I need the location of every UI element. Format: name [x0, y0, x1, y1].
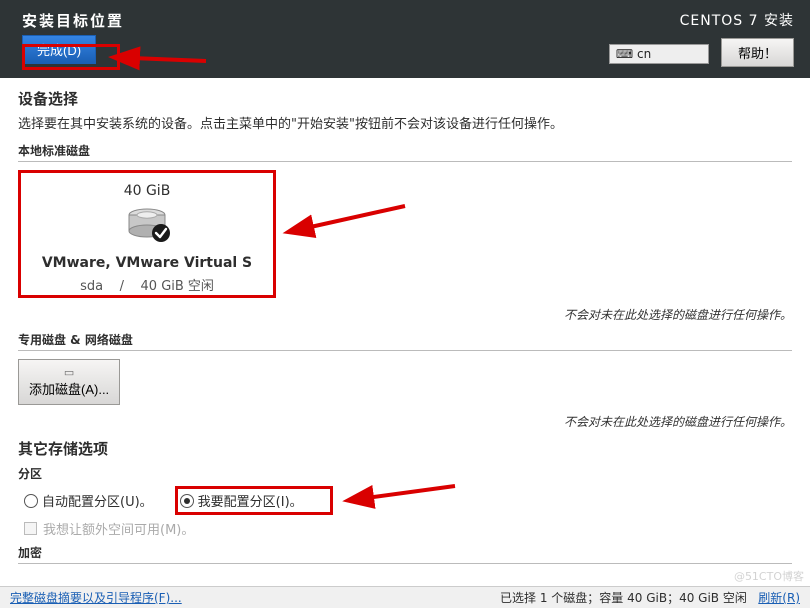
device-selection-heading: 设备选择 — [18, 88, 792, 109]
reclaim-label: 我想让额外空间可用(M)。 — [43, 519, 194, 538]
help-button[interactable]: 帮助！ — [721, 38, 794, 67]
checkbox-icon — [24, 522, 37, 535]
device-selection-instruction: 选择要在其中安装系统的设备。点击主菜单中的"开始安装"按钮前不会对该设备进行任何… — [18, 113, 792, 132]
add-disk-icon: ▭ — [29, 366, 109, 379]
other-storage-heading: 其它存储选项 — [18, 438, 792, 459]
header-right: CENTOS 7 安装 ⌨ cn 帮助！ — [609, 10, 794, 67]
watermark: @51CTO博客 — [734, 568, 804, 584]
disk-summary-link[interactable]: 完整磁盘摘要以及引导程序(F)... — [10, 589, 182, 606]
local-disks-label: 本地标准磁盘 — [18, 142, 792, 159]
special-disks-label: 专用磁盘 & 网络磁盘 — [18, 331, 792, 348]
disk-card-sda[interactable]: 40 GiB VMware, VMware Virtual S sda / 40… — [18, 170, 276, 298]
divider — [18, 161, 792, 162]
disk-device: sda — [80, 279, 103, 294]
annotation-highlight-manual: 我要配置分区(I)。 — [175, 486, 333, 515]
disk-size: 40 GiB — [25, 183, 269, 199]
divider — [18, 350, 792, 351]
disk-separator: / — [120, 279, 124, 294]
keyboard-layout-indicator[interactable]: ⌨ cn — [609, 44, 709, 64]
disk-note-2: 不会对未在此处选择的磁盘进行任何操作。 — [18, 413, 792, 430]
radio-dot-icon — [184, 498, 190, 504]
footer-right: 已选择 1 个磁盘；容量 40 GiB；40 GiB 空闲 刷新(R) — [500, 589, 800, 606]
radio-icon — [24, 494, 38, 508]
content-area: 设备选择 选择要在其中安装系统的设备。点击主菜单中的"开始安装"按钮前不会对该设… — [0, 78, 810, 586]
partitioning-label: 分区 — [18, 465, 792, 482]
checkbox-reclaim-space: 我想让额外空间可用(M)。 — [24, 519, 792, 538]
selection-status: 已选择 1 个磁盘；容量 40 GiB；40 GiB 空闲 — [500, 591, 747, 605]
radio-icon — [180, 494, 194, 508]
header-bar: 安装目标位置 完成(D) CENTOS 7 安装 ⌨ cn 帮助！ — [0, 0, 810, 78]
radio-manual-label: 我要配置分区(I)。 — [198, 491, 303, 510]
disk-free: 40 GiB 空闲 — [141, 279, 214, 294]
annotation-arrow-disk — [300, 198, 410, 242]
footer-bar: 完整磁盘摘要以及引导程序(F)... 已选择 1 个磁盘；容量 40 GiB；4… — [0, 586, 810, 608]
add-disk-label: 添加磁盘(A)... — [29, 379, 109, 398]
harddisk-icon — [123, 205, 171, 249]
refresh-link[interactable]: 刷新(R) — [758, 591, 800, 605]
disk-subinfo: sda / 40 GiB 空闲 — [25, 275, 269, 294]
disk-name: VMware, VMware Virtual S — [25, 255, 269, 271]
done-button[interactable]: 完成(D) — [22, 35, 96, 64]
divider — [18, 563, 792, 564]
product-title: CENTOS 7 安装 — [609, 10, 794, 30]
radio-auto-label: 自动配置分区(U)。 — [42, 491, 153, 510]
encryption-label: 加密 — [18, 544, 792, 561]
radio-manual-partition[interactable]: 我要配置分区(I)。 — [180, 491, 303, 510]
disk-note-1: 不会对未在此处选择的磁盘进行任何操作。 — [18, 306, 792, 323]
add-disk-button[interactable]: ▭ 添加磁盘(A)... — [18, 359, 120, 405]
partitioning-radio-group: 自动配置分区(U)。 我要配置分区(I)。 — [24, 486, 792, 515]
radio-auto-partition[interactable]: 自动配置分区(U)。 — [24, 491, 153, 510]
